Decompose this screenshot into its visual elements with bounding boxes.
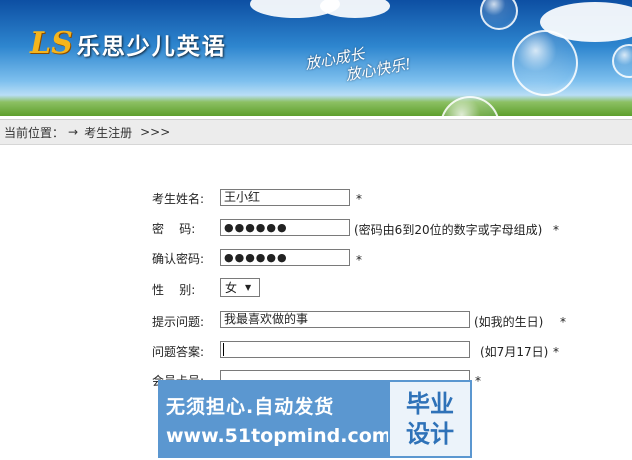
breadcrumb-current[interactable]: 考生注册 — [84, 124, 132, 141]
required-mark: * — [560, 315, 566, 329]
confirm-password-input[interactable]: ●●●●●● — [220, 249, 350, 266]
watermark-url: www.51topmind.com — [166, 424, 392, 447]
answer-input[interactable] — [220, 341, 470, 358]
bubble-decoration — [440, 96, 500, 116]
slogan: 放心成长 放心快乐! — [304, 37, 413, 91]
required-mark: * — [356, 253, 362, 267]
question-label: 提示问题: — [152, 315, 205, 329]
header-banner: LS 乐思少儿英语 放心成长 放心快乐! — [0, 0, 632, 116]
logo-mark: LS — [30, 26, 73, 61]
password-hint: (密码由6到20位的数字或字母组成) — [354, 223, 543, 237]
site-logo[interactable]: LS 乐思少儿英语 — [30, 26, 227, 61]
answer-label: 问题答案: — [152, 345, 205, 359]
breadcrumb: 当前位置： → 考生注册 >>> — [0, 119, 632, 145]
question-hint: (如我的生日) — [474, 315, 544, 329]
watermark-line: 无须担心.自动发货 — [166, 395, 335, 418]
chevron-down-icon: ▼ — [245, 283, 252, 292]
required-mark: * — [475, 374, 481, 388]
text-cursor — [223, 343, 224, 356]
required-mark: * — [553, 345, 559, 359]
required-mark: * — [356, 192, 362, 206]
watermark-badge-line: 毕业 — [406, 390, 454, 418]
bubble-decoration — [612, 44, 632, 78]
breadcrumb-prefix: 当前位置： — [4, 125, 65, 140]
gender-select[interactable]: 女 ▼ — [220, 278, 260, 297]
gender-label: 性 别: — [152, 283, 196, 297]
name-label: 考生姓名: — [152, 192, 205, 206]
watermark-banner: 无须担心.自动发货 www.51topmind.com 毕业 设计 — [158, 380, 472, 458]
bubble-decoration — [480, 0, 518, 30]
bubble-decoration — [512, 30, 578, 96]
password-label: 密 码: — [152, 222, 196, 236]
answer-hint: (如7月17日) — [480, 345, 549, 359]
question-input[interactable]: 我最喜欢做的事 — [220, 311, 470, 328]
breadcrumb-arrow-icon: → — [68, 125, 79, 139]
logo-name: 乐思少儿英语 — [76, 32, 227, 60]
gender-selected-value: 女 — [225, 281, 238, 295]
password-input[interactable]: ●●●●●● — [220, 219, 350, 236]
name-input[interactable]: 王小红 — [220, 189, 350, 206]
confirm-password-label: 确认密码: — [152, 252, 205, 266]
watermark-text-block: 无须担心.自动发货 www.51topmind.com — [158, 380, 392, 458]
watermark-badge: 毕业 设计 — [388, 380, 472, 458]
required-mark: * — [553, 223, 559, 237]
breadcrumb-suffix: >>> — [140, 125, 171, 139]
watermark-badge-line: 设计 — [406, 420, 454, 448]
cloud-decoration — [320, 0, 390, 18]
